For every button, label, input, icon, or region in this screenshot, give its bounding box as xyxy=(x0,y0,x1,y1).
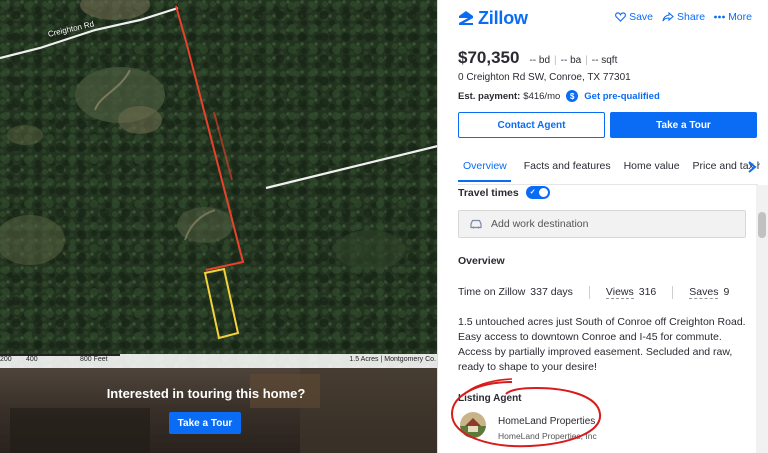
share-icon xyxy=(662,12,674,22)
listing-price: $70,350 xyxy=(458,48,520,67)
overview-heading: Overview xyxy=(458,255,505,267)
listing-address: 0 Creighton Rd SW, Conroe, TX 77301 xyxy=(458,72,631,83)
work-destination-input[interactable]: Add work destination xyxy=(458,210,746,238)
zillow-logo[interactable]: Zillow xyxy=(458,8,528,28)
page: Creighton Rd 200 400 800 Feet 1.5 Acres … xyxy=(0,0,768,453)
annotation-circle xyxy=(450,378,602,448)
more-dots-icon xyxy=(714,15,725,19)
tour-banner: Interested in touring this home? Take a … xyxy=(0,368,438,453)
views-label[interactable]: Views xyxy=(605,286,634,299)
price-row: $70,350 -- bd | -- ba | -- sqft xyxy=(458,48,621,68)
header-actions: Save Share More xyxy=(606,11,752,23)
panel-header: Zillow Save Share More xyxy=(438,0,768,36)
zillow-logo-icon xyxy=(459,11,473,25)
banner-take-tour-button[interactable]: Take a Tour xyxy=(169,412,241,434)
listing-description: 1.5 untouched acres just South of Conroe… xyxy=(458,316,746,373)
travel-times-label: Travel times xyxy=(458,186,519,199)
time-on-zillow-value: 337 days xyxy=(530,286,573,298)
work-destination-placeholder: Add work destination xyxy=(491,218,589,230)
saves-stat: Saves 9 xyxy=(689,286,729,299)
more-button[interactable]: More xyxy=(714,11,752,23)
travel-times-toggle[interactable]: ✓ xyxy=(525,186,550,199)
share-label: Share xyxy=(677,11,706,23)
heart-icon xyxy=(615,12,626,22)
beds-value: -- bd xyxy=(529,55,551,66)
map-imagery xyxy=(0,0,438,368)
save-label: Save xyxy=(629,11,654,23)
dollar-icon: $ xyxy=(566,90,579,102)
views-value: 316 xyxy=(638,286,657,298)
travel-times-row: Travel times ✓ xyxy=(458,186,550,199)
listing-facts: -- bd | -- ba | -- sqft xyxy=(529,55,618,66)
prequalify-link[interactable]: Get pre-qualified xyxy=(584,91,659,102)
tabs-divider xyxy=(458,184,758,185)
time-on-zillow: Time on Zillow 337 days xyxy=(458,286,573,299)
logo-text: Zillow xyxy=(478,7,528,28)
share-button[interactable]: Share xyxy=(662,11,705,23)
tab-home-value[interactable]: Home value xyxy=(624,150,680,180)
estimated-payment: Est. payment: $416/mo $ Get pre-qualifie… xyxy=(458,90,660,102)
sqft-value: -- sqft xyxy=(591,55,618,66)
chevron-right-icon[interactable] xyxy=(746,160,758,174)
take-tour-button[interactable]: Take a Tour xyxy=(610,112,757,138)
section-tabs: Overview Facts and features Home value P… xyxy=(458,150,760,184)
saves-label[interactable]: Saves xyxy=(689,286,719,299)
scale-tick-label: 200 xyxy=(0,356,12,363)
tab-overview[interactable]: Overview xyxy=(458,150,511,182)
est-payment-label: Est. payment: xyxy=(458,90,521,102)
car-icon xyxy=(470,219,482,229)
scale-tick-label: 400 xyxy=(26,356,38,363)
check-icon: ✓ xyxy=(529,189,536,196)
time-on-zillow-label: Time on Zillow xyxy=(458,286,526,298)
map-scale-bar: 200 400 800 Feet 1.5 Acres | Montgomery … xyxy=(0,354,438,368)
satellite-map[interactable]: Creighton Rd 200 400 800 Feet 1.5 Acres … xyxy=(0,0,438,368)
tab-facts-and-features[interactable]: Facts and features xyxy=(524,150,611,180)
listing-stats: Time on Zillow 337 days Views 316 Saves … xyxy=(458,286,729,299)
scrollbar-thumb[interactable] xyxy=(758,212,766,238)
views-stat: Views 316 xyxy=(605,286,657,299)
saves-value: 9 xyxy=(723,286,730,298)
tour-banner-title: Interested in touring this home? xyxy=(106,386,306,401)
contact-agent-button[interactable]: Contact Agent xyxy=(458,112,605,138)
more-label: More xyxy=(728,11,752,23)
map-attribution: 1.5 Acres | Montgomery Co. xyxy=(349,356,436,363)
est-payment-value[interactable]: $416/mo xyxy=(523,91,560,102)
baths-value: -- ba xyxy=(560,55,582,66)
save-button[interactable]: Save xyxy=(615,11,653,23)
scale-tick-label: 800 Feet xyxy=(80,356,108,363)
